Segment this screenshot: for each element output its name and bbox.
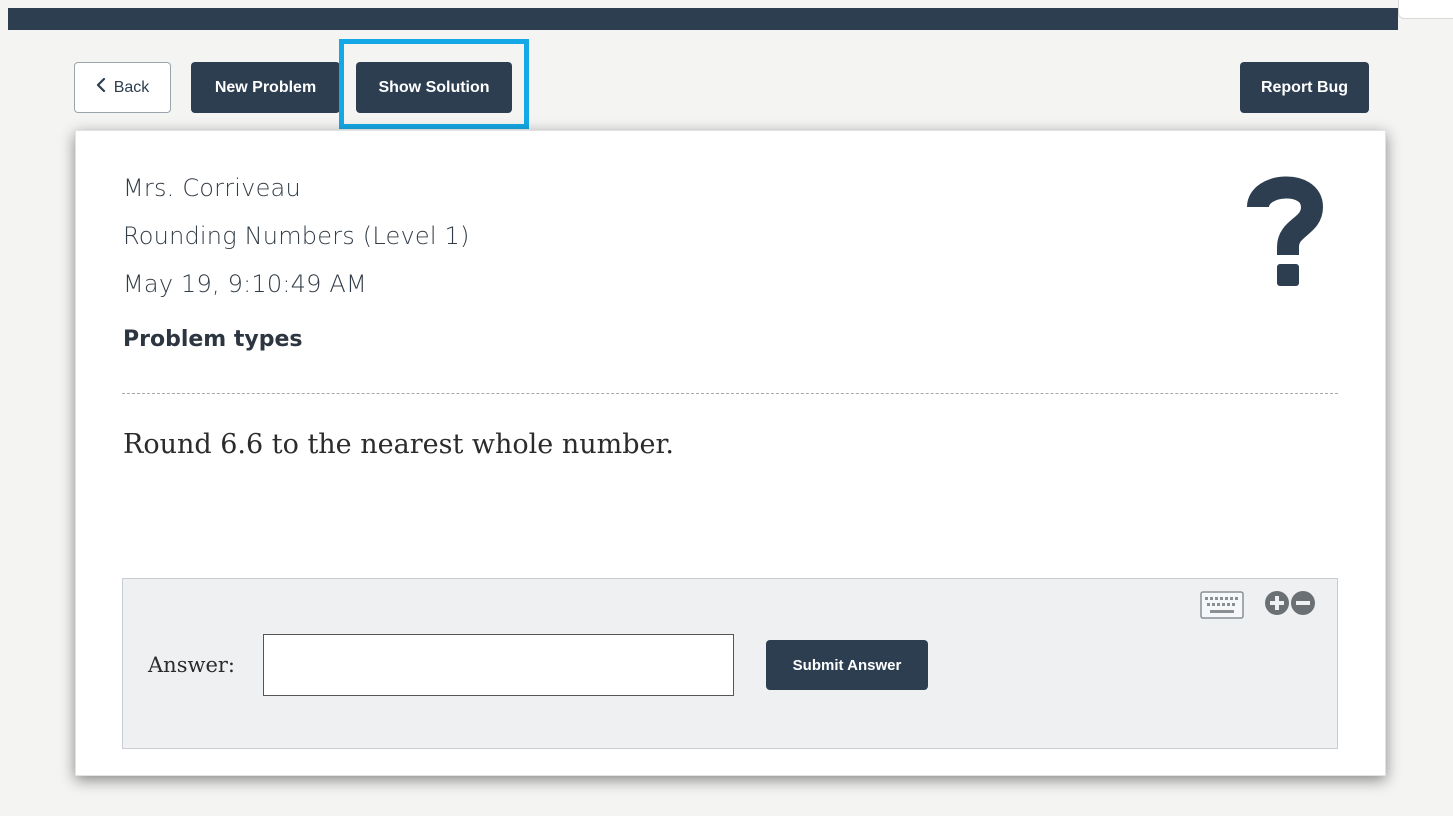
zoom-in-icon[interactable] bbox=[1264, 590, 1290, 616]
question-text: Round 6.6 to the nearest whole number. bbox=[123, 429, 674, 460]
chevron-left-icon bbox=[96, 77, 106, 97]
answer-label: Answer: bbox=[148, 653, 235, 677]
report-bug-button[interactable]: Report Bug bbox=[1240, 62, 1369, 113]
keyboard-icon[interactable] bbox=[1200, 591, 1244, 619]
question-mark-icon bbox=[1240, 171, 1330, 291]
problem-card: Mrs. Corriveau Rounding Numbers (Level 1… bbox=[75, 130, 1386, 776]
new-problem-button[interactable]: New Problem bbox=[191, 62, 340, 113]
corner-tab[interactable] bbox=[1398, 0, 1453, 19]
show-solution-button[interactable]: Show Solution bbox=[356, 62, 512, 113]
problem-types-link[interactable]: Problem types bbox=[123, 327, 303, 352]
topic-title: Rounding Numbers (Level 1) bbox=[123, 222, 470, 250]
top-bar bbox=[8, 8, 1398, 30]
submit-answer-button[interactable]: Submit Answer bbox=[766, 640, 928, 690]
zoom-out-icon[interactable] bbox=[1290, 590, 1316, 616]
answer-panel: Answer: Submit Answer bbox=[122, 578, 1338, 749]
back-button[interactable]: Back bbox=[74, 62, 171, 113]
back-button-label: Back bbox=[113, 78, 150, 96]
section-divider bbox=[122, 393, 1338, 394]
answer-input[interactable] bbox=[263, 634, 734, 696]
problem-timestamp: May 19, 9:10:49 AM bbox=[123, 270, 367, 298]
teacher-name: Mrs. Corriveau bbox=[123, 174, 301, 202]
